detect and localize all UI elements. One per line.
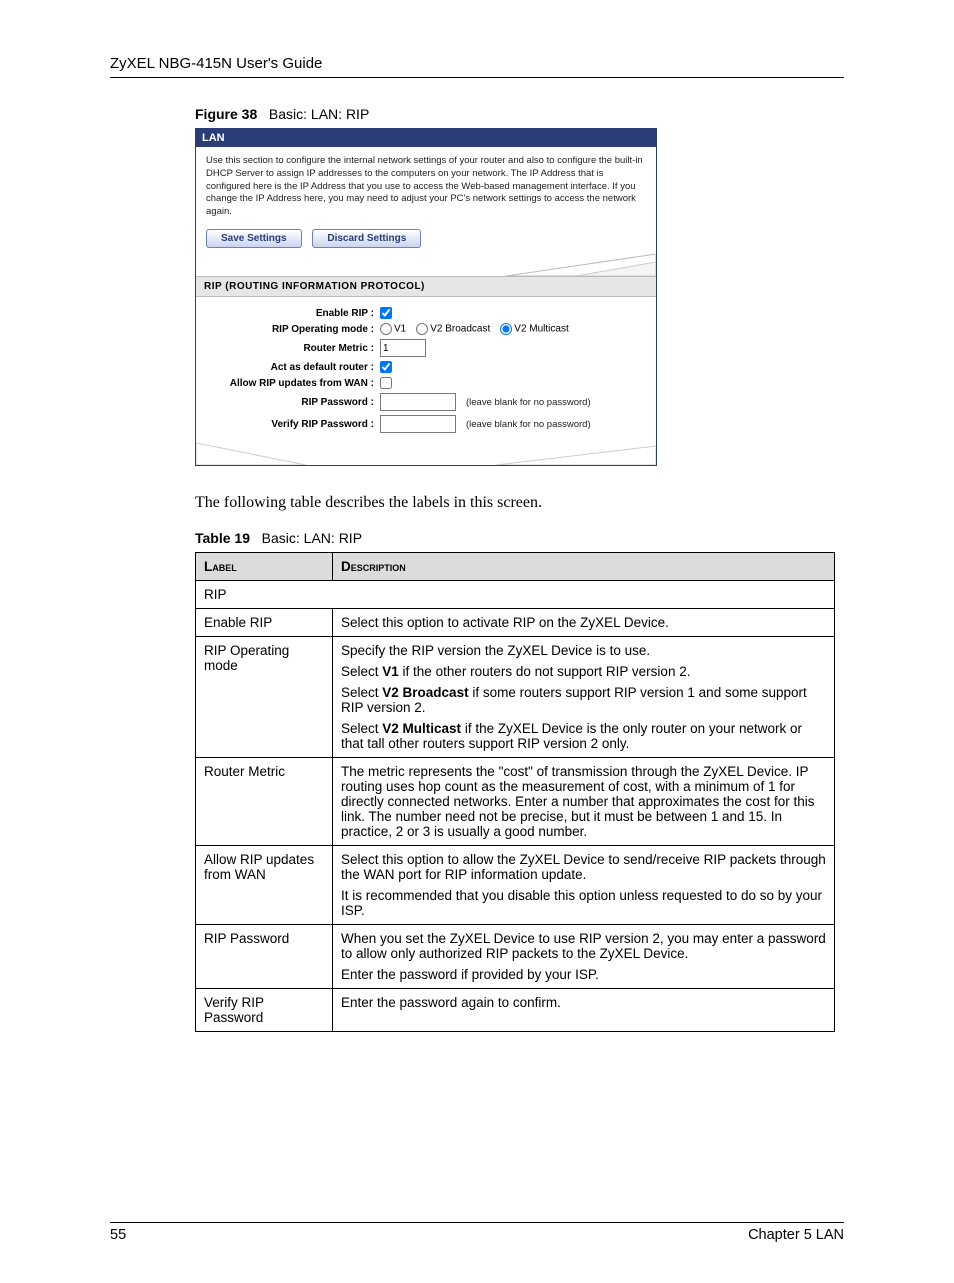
table-cell-label: RIP Operating mode	[196, 637, 333, 758]
ui-titlebar: LAN	[196, 129, 656, 147]
table-row: RIP PasswordWhen you set the ZyXEL Devic…	[196, 925, 835, 989]
ui-description: Use this section to configure the intern…	[206, 155, 646, 219]
table-row: RIP	[196, 581, 835, 609]
figure-caption: Figure 38 Basic: LAN: RIP	[195, 106, 844, 122]
rip-mode-v2m-radio[interactable]	[500, 323, 512, 335]
table-row: Enable RIPSelect this option to activate…	[196, 609, 835, 637]
label-enable-rip: Enable RIP :	[204, 308, 380, 319]
rip-password-note: (leave blank for no password)	[466, 397, 591, 408]
verify-password-note: (leave blank for no password)	[466, 419, 591, 430]
table-cell-description: Specify the RIP version the ZyXEL Device…	[333, 637, 835, 758]
page-footer: 55 Chapter 5 LAN	[110, 1222, 844, 1243]
table-row: RIP Operating modeSpecify the RIP versio…	[196, 637, 835, 758]
pagecurl-decoration	[196, 443, 656, 465]
table-cell-description: Select this option to allow the ZyXEL De…	[333, 846, 835, 925]
rip-password-input[interactable]	[380, 393, 456, 411]
label-router-metric: Router Metric :	[204, 343, 380, 354]
table-cell-label: Verify RIP Password	[196, 989, 333, 1032]
table-cell-label: Enable RIP	[196, 609, 333, 637]
table-title: Basic: LAN: RIP	[262, 530, 362, 546]
table-cell-label: RIP Password	[196, 925, 333, 989]
table-row: Verify RIP PasswordEnter the password ag…	[196, 989, 835, 1032]
chapter-label: Chapter 5 LAN	[748, 1227, 844, 1243]
table-cell-description: The metric represents the "cost" of tran…	[333, 758, 835, 846]
label-rip-password: RIP Password :	[204, 397, 380, 408]
label-default-router: Act as default router :	[204, 362, 380, 373]
figure-label: Figure 38	[195, 106, 257, 122]
page-header: ZyXEL NBG-415N User's Guide	[110, 55, 844, 78]
th-description: Description	[333, 553, 835, 581]
page-number: 55	[110, 1227, 126, 1243]
table-cell-label: Router Metric	[196, 758, 333, 846]
default-router-checkbox[interactable]	[380, 361, 392, 373]
save-settings-button[interactable]: Save Settings	[206, 229, 302, 248]
body-paragraph: The following table describes the labels…	[195, 494, 844, 512]
discard-settings-button[interactable]: Discard Settings	[312, 229, 421, 248]
description-table: Label Description RIPEnable RIPSelect th…	[195, 552, 835, 1032]
table-caption: Table 19 Basic: LAN: RIP	[195, 530, 844, 546]
rip-mode-v2b-radio[interactable]	[416, 323, 428, 335]
table-cell-description: When you set the ZyXEL Device to use RIP…	[333, 925, 835, 989]
verify-password-input[interactable]	[380, 415, 456, 433]
router-metric-input[interactable]	[380, 339, 426, 357]
table-cell-label: RIP	[196, 581, 835, 609]
table-cell-label: Allow RIP updates from WAN	[196, 846, 333, 925]
enable-rip-checkbox[interactable]	[380, 307, 392, 319]
figure-screenshot: LAN Use this section to configure the in…	[195, 128, 657, 466]
table-row: Router MetricThe metric represents the "…	[196, 758, 835, 846]
label-rip-mode: RIP Operating mode :	[204, 324, 380, 335]
table-row: Allow RIP updates from WANSelect this op…	[196, 846, 835, 925]
ui-section-heading: RIP (ROUTING INFORMATION PROTOCOL)	[196, 276, 656, 297]
rip-mode-v1-radio[interactable]	[380, 323, 392, 335]
guide-title: ZyXEL NBG-415N User's Guide	[110, 55, 322, 72]
label-verify-password: Verify RIP Password :	[204, 419, 380, 430]
table-label: Table 19	[195, 530, 250, 546]
pagecurl-decoration	[196, 254, 656, 276]
table-cell-description: Enter the password again to confirm.	[333, 989, 835, 1032]
figure-title: Basic: LAN: RIP	[269, 106, 369, 122]
th-label: Label	[196, 553, 333, 581]
label-allow-wan: Allow RIP updates from WAN :	[204, 378, 380, 389]
table-cell-description: Select this option to activate RIP on th…	[333, 609, 835, 637]
allow-wan-checkbox[interactable]	[380, 377, 392, 389]
